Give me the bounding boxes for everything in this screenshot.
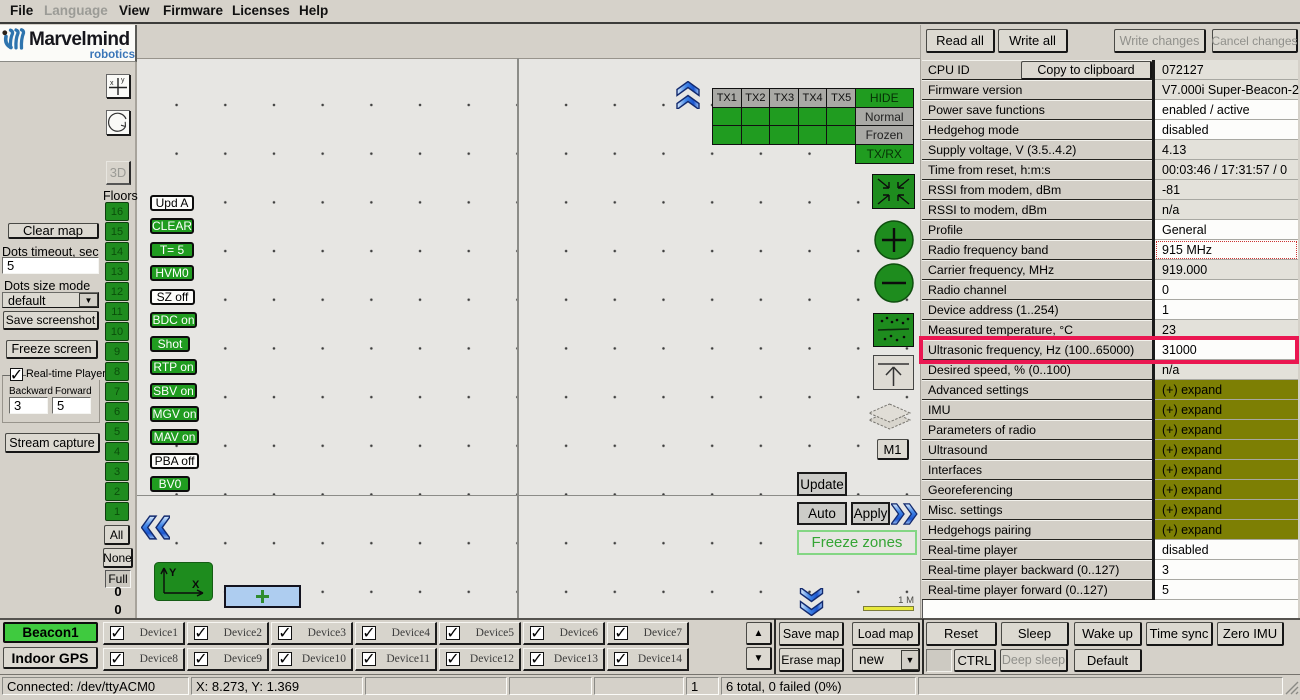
svg-text:x: x	[110, 80, 114, 87]
svg-text:X: X	[192, 579, 200, 591]
svg-text:y: y	[121, 77, 125, 84]
svg-text:Y: Y	[169, 567, 177, 579]
